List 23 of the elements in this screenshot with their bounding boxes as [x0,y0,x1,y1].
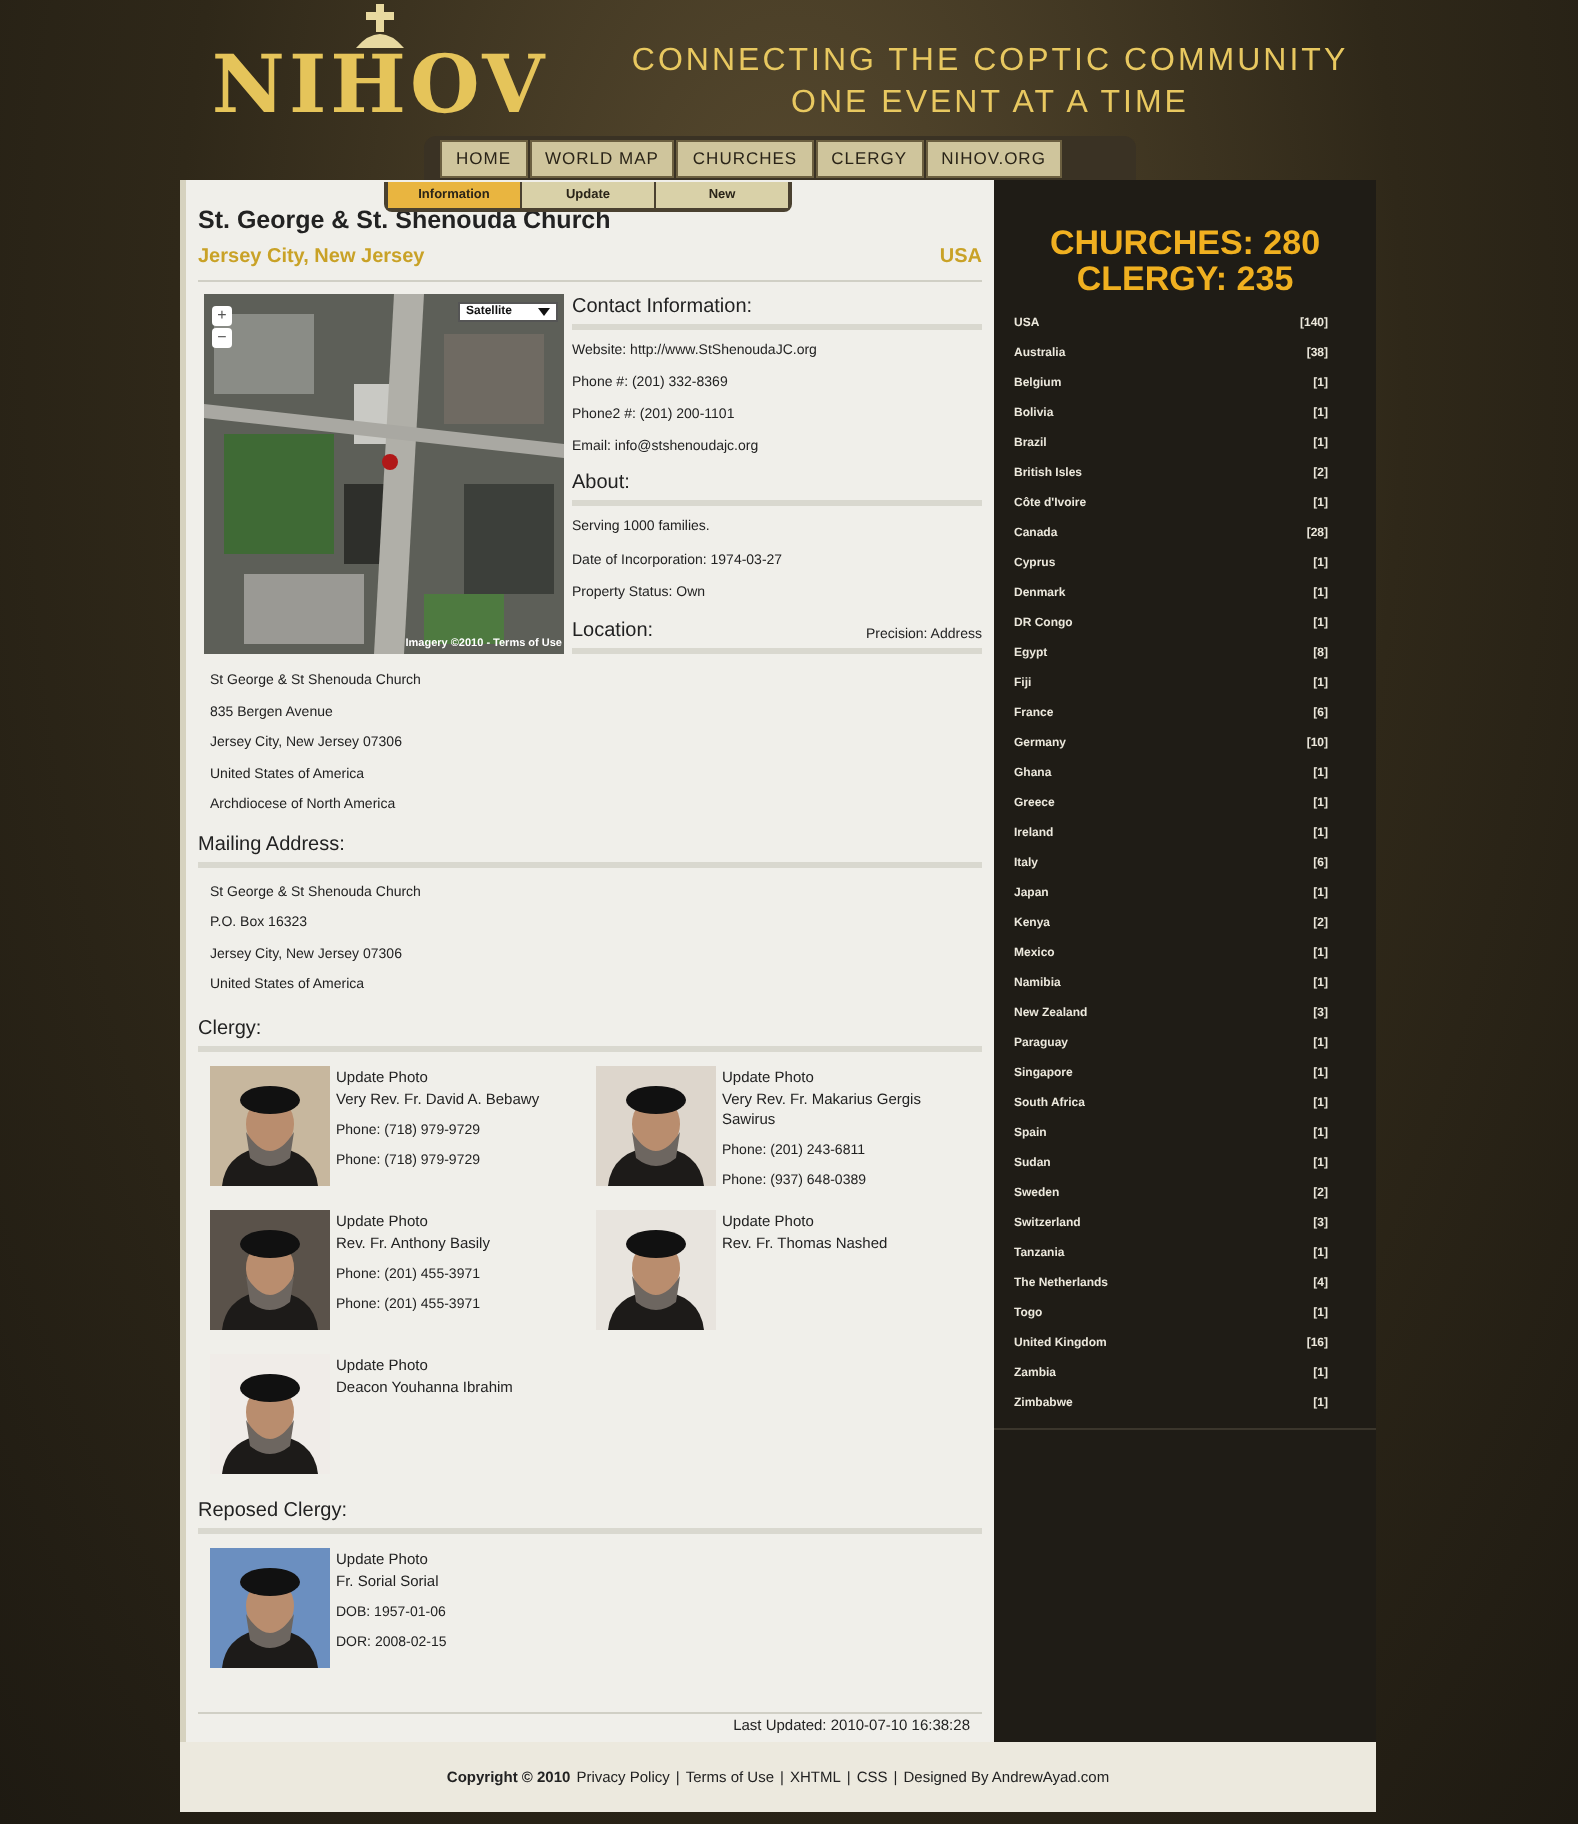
section-heading: Clergy: [198,1015,262,1043]
stat-text: CLERGY: 235 [1076,262,1294,298]
stat-text: CHURCHES: 280 [1049,226,1321,262]
nav-tab[interactable]: WORLD MAP [529,140,675,178]
nav-tab[interactable]: NIHOV.ORG [925,140,1062,178]
nav-tab[interactable]: CHURCHES [676,140,814,178]
section-heading: Location: [572,618,654,646]
logo: NIHOV [211,48,549,124]
caret-icon [538,308,550,316]
zoom-in-button[interactable]: + [212,306,232,326]
zoom-out-button[interactable]: − [212,328,232,348]
section-heading: Reposed Clergy: [198,1497,347,1525]
nav-tab[interactable]: CLERGY [815,140,924,178]
section-heading: Contact Information: [572,294,753,322]
church-title: St. George & St. Shenouda Church [198,204,613,236]
nav-tab[interactable]: HOME [440,140,527,178]
tagline-text: ONE EVENT AT A TIME [791,84,1189,124]
city-text: Jersey City, New Jersey [198,244,425,272]
section-heading: About: [572,470,630,498]
section-heading: Mailing Address: [198,831,345,859]
tagline-text: CONNECTING THE COPTIC COMMUNITY [631,42,1349,82]
cross-dome-icon [350,4,410,48]
country-text: USA [939,244,982,272]
